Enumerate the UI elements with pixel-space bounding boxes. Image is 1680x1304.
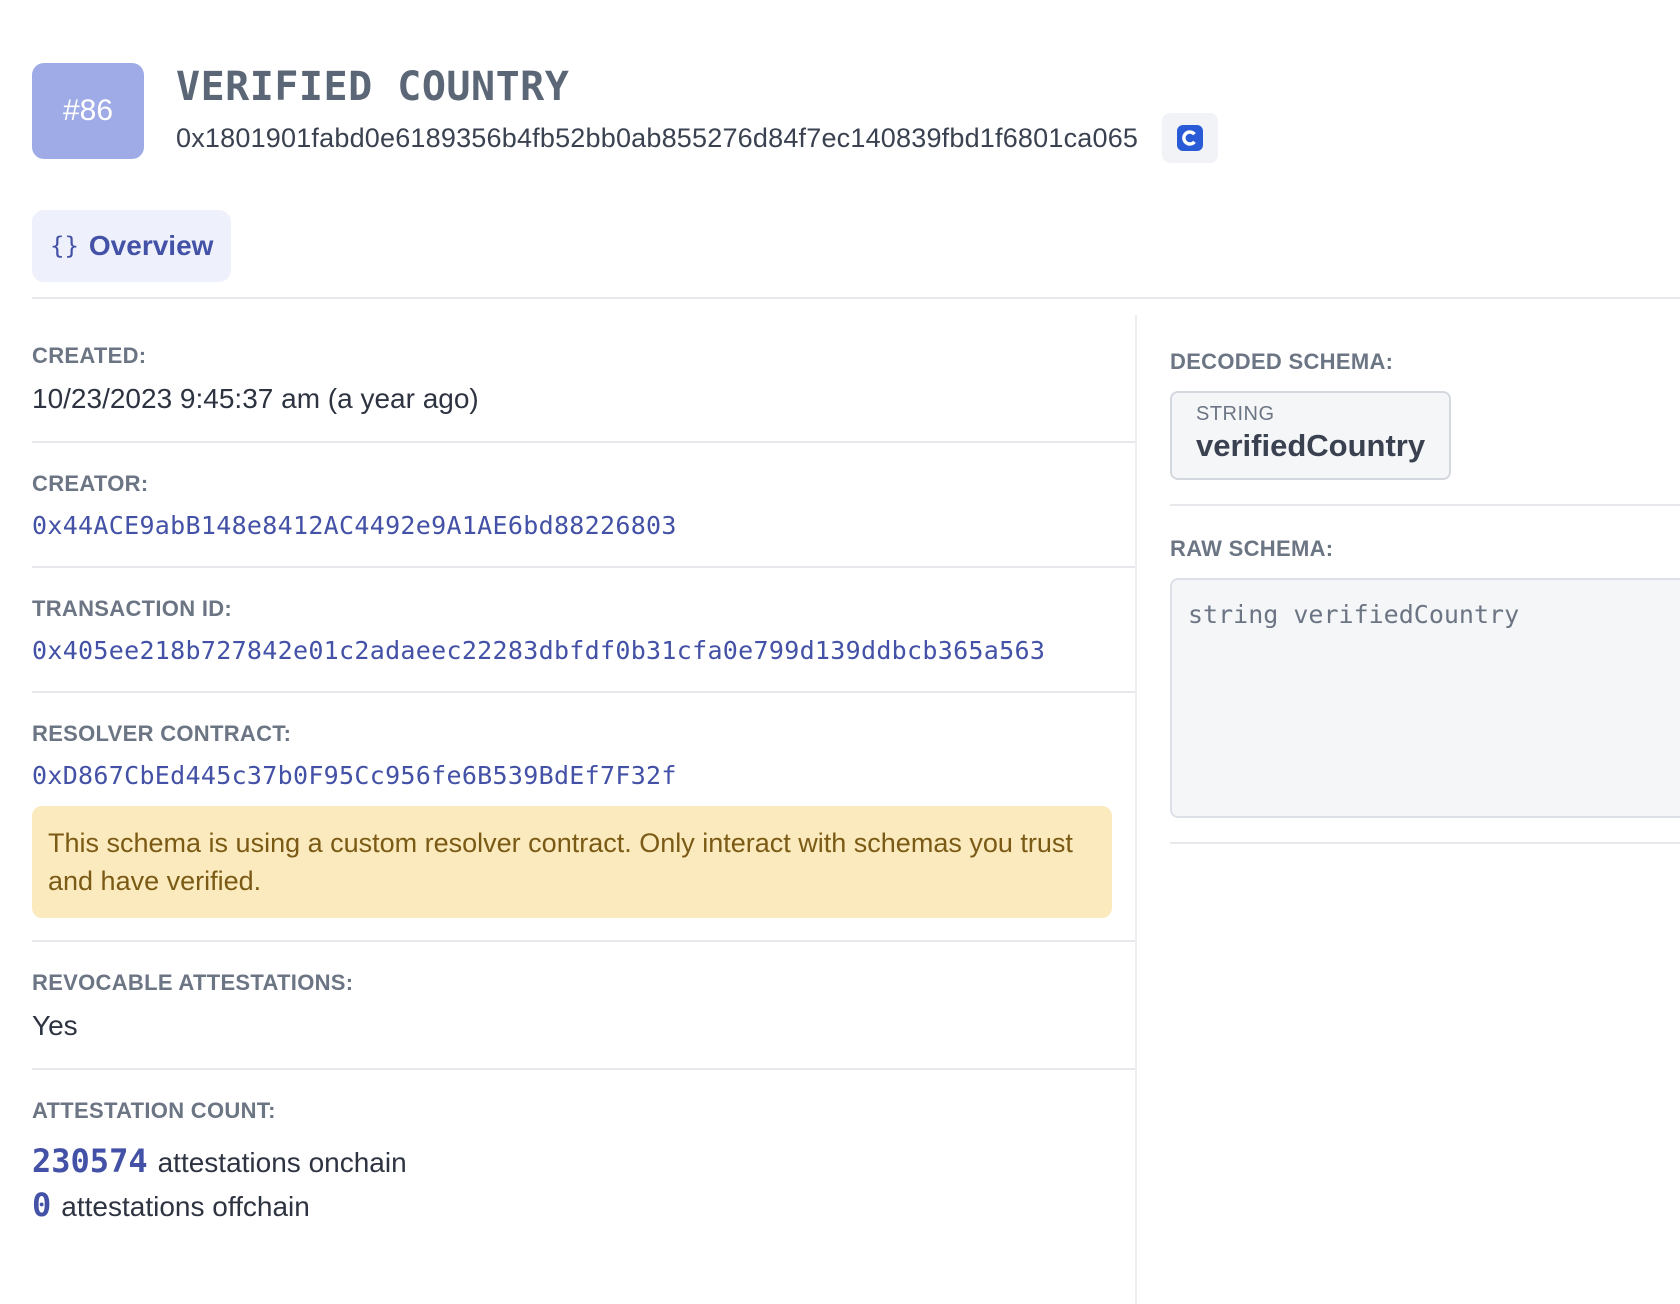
tab-divider (32, 297, 1680, 299)
offchain-count-link[interactable]: 0 (32, 1186, 51, 1224)
resolver-contract-link[interactable]: 0xD867CbEd445c37b0F95Cc956fe6B539BdEf7F3… (32, 761, 1136, 790)
schema-field-chip: STRING verifiedCountry (1170, 391, 1452, 480)
column-divider (1135, 315, 1137, 1304)
braces-icon: {} (50, 232, 79, 260)
schema-header: #86 VERIFIED COUNTRY 0x1801901fabd0e6189… (32, 63, 1219, 163)
tab-overview[interactable]: {} Overview (32, 210, 232, 282)
transaction-label: TRANSACTION ID: (32, 596, 233, 621)
creator-section: CREATOR: 0x44ACE9abB148e8412AC4492e9A1AE… (32, 443, 1136, 568)
offchain-count-row: 0 attestations offchain (32, 1186, 1136, 1224)
created-value: 10/23/2023 9:45:37 am (a year ago) (32, 383, 479, 414)
raw-schema-label: RAW SCHEMA: (1170, 536, 1334, 561)
raw-schema-section: RAW SCHEMA: string verifiedCountry (1170, 506, 1680, 844)
tab-overview-label: Overview (88, 230, 214, 261)
offchain-count-text: attestations offchain (61, 1191, 310, 1222)
created-section: CREATED: 10/23/2023 9:45:37 am (a year a… (32, 315, 1136, 443)
decoded-schema-section: DECODED SCHEMA: STRING verifiedCountry (1170, 315, 1680, 506)
revocable-section: REVOCABLE ATTESTATIONS: Yes (32, 942, 1136, 1070)
transaction-id-link[interactable]: 0x405ee218b727842e01c2adaeec22283dbfdf0b… (32, 636, 1136, 665)
schema-uid-row: 0x1801901fabd0e6189356b4fb52bb0ab855276d… (176, 113, 1219, 163)
count-label: ATTESTATION COUNT: (32, 1098, 276, 1123)
created-label: CREATED: (32, 343, 147, 368)
count-section: ATTESTATION COUNT: 230574 attestations o… (32, 1070, 1136, 1250)
schema-field-name: verifiedCountry (1196, 428, 1426, 463)
tab-bar: {} Overview (32, 210, 232, 282)
creator-label: CREATOR: (32, 471, 149, 496)
details-column: CREATED: 10/23/2023 9:45:37 am (a year a… (32, 315, 1136, 1250)
schema-field-type: STRING (1196, 403, 1275, 425)
resolver-section: RESOLVER CONTRACT: 0xD867CbEd445c37b0F95… (32, 693, 1136, 942)
revocable-label: REVOCABLE ATTESTATIONS: (32, 970, 354, 995)
schema-number-badge: #86 (32, 63, 144, 159)
resolver-warning: This schema is using a custom resolver c… (32, 806, 1112, 918)
schema-title: VERIFIED COUNTRY (176, 64, 570, 110)
decoded-schema-label: DECODED SCHEMA: (1170, 349, 1394, 374)
revocable-value: Yes (32, 1010, 78, 1041)
resolver-label: RESOLVER CONTRACT: (32, 721, 292, 746)
transaction-section: TRANSACTION ID: 0x405ee218b727842e01c2ad… (32, 568, 1136, 693)
schema-title-block: VERIFIED COUNTRY 0x1801901fabd0e6189356b… (176, 63, 1219, 163)
copy-uid-button[interactable] (1162, 113, 1219, 163)
schema-column: DECODED SCHEMA: STRING verifiedCountry R… (1170, 315, 1680, 844)
onchain-count-link[interactable]: 230574 (32, 1142, 148, 1180)
copy-icon (1177, 125, 1204, 151)
creator-address-link[interactable]: 0x44ACE9abB148e8412AC4492e9A1AE6bd882268… (32, 511, 1136, 540)
raw-schema-textarea[interactable]: string verifiedCountry (1170, 578, 1680, 818)
schema-uid: 0x1801901fabd0e6189356b4fb52bb0ab855276d… (176, 122, 1139, 153)
onchain-count-text: attestations onchain (157, 1147, 407, 1178)
onchain-count-row: 230574 attestations onchain (32, 1142, 1136, 1180)
